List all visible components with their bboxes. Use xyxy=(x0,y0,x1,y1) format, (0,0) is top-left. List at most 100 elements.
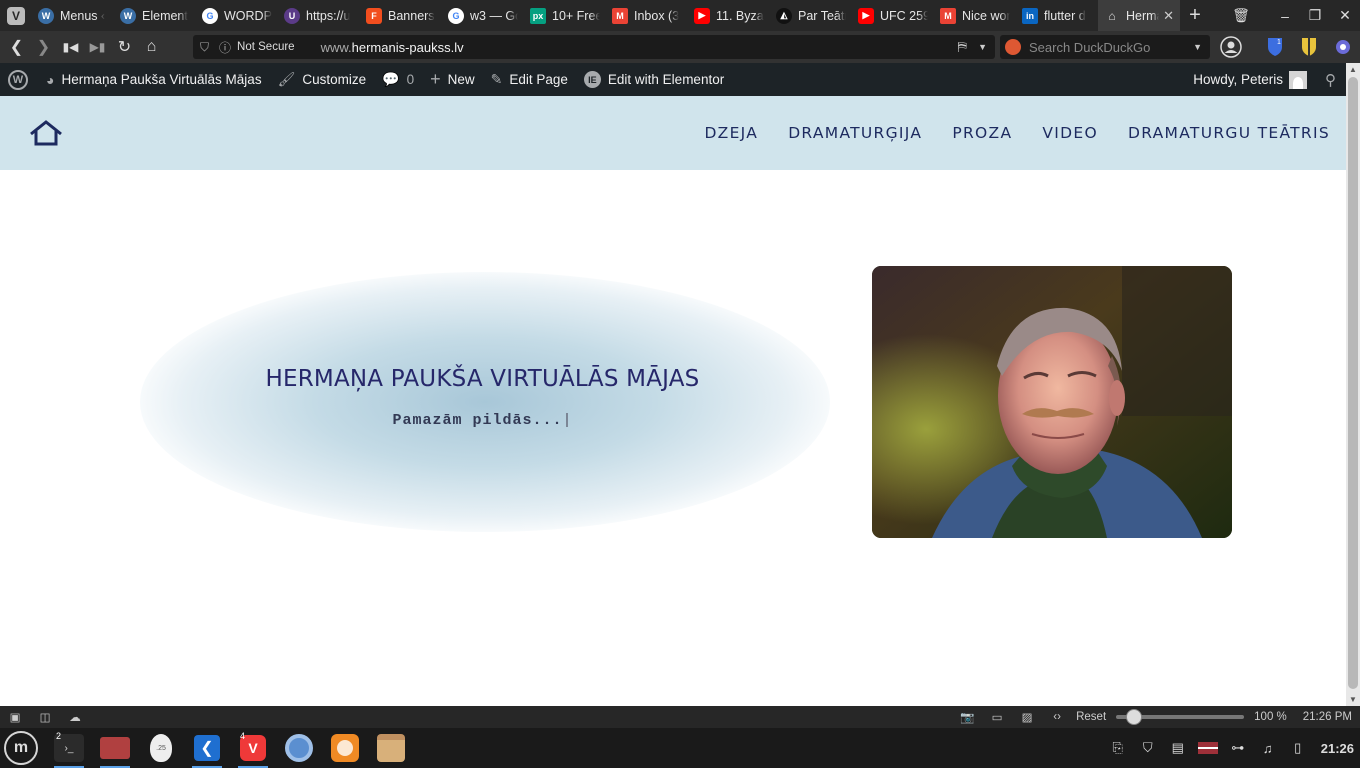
window-controls: 🗑 – ❐ ✕ xyxy=(1226,7,1360,24)
search-field[interactable]: Search DuckDuckGo ▼ xyxy=(1000,35,1210,59)
new-content-link[interactable]: + New xyxy=(422,63,483,96)
battery-icon[interactable]: ▯ xyxy=(1283,740,1313,756)
figma-icon: F xyxy=(366,7,382,24)
zoom-slider-knob[interactable] xyxy=(1126,709,1143,725)
browser-tab[interactable]: W Menus ‹ xyxy=(32,0,114,31)
wp-admin-bar: W ◕ Hermaņa Paukša Virtuālās Mājas 🖌 Custo… xyxy=(0,63,1346,96)
zoom-slider[interactable] xyxy=(1116,709,1245,725)
adblock-shield-icon[interactable] xyxy=(1296,35,1322,59)
address-field[interactable]: ⛉ ⓘ Not Secure www.hermanis-paukss.lv ⛿ … xyxy=(193,35,995,59)
browser-tab-active[interactable]: ⌂Hermaņa✕ xyxy=(1098,0,1180,31)
info-icon[interactable]: ⓘ xyxy=(219,39,231,56)
nav-link-proza[interactable]: PROZA xyxy=(952,124,1012,142)
browser-tab[interactable]: F Banners xyxy=(360,0,442,31)
flag-latvia-icon[interactable] xyxy=(1193,742,1223,754)
pencil-icon: ✎ xyxy=(490,71,503,87)
search-button[interactable]: ⚲ xyxy=(1315,63,1346,96)
vscode-icon: ❮ xyxy=(194,735,220,761)
typing-cursor: | xyxy=(562,412,573,429)
window-icon[interactable]: ▭ xyxy=(982,710,1012,724)
network-icon[interactable]: ⊶ xyxy=(1223,740,1253,756)
browser-tab[interactable]: W Element xyxy=(114,0,196,31)
vivaldi-icon: V xyxy=(7,6,25,25)
vivaldi-menu-button[interactable]: V xyxy=(0,0,32,31)
paintbrush-icon: 🖌 xyxy=(277,71,296,87)
close-tab-icon[interactable]: ✕ xyxy=(1163,8,1174,24)
nav-link-video[interactable]: VIDEO xyxy=(1042,124,1098,142)
egg-app[interactable]: .25 xyxy=(138,728,184,768)
nav-link-dzeja[interactable]: DZEJA xyxy=(704,124,758,142)
maximize-icon[interactable]: ❐ xyxy=(1300,7,1330,24)
firefox-app[interactable] xyxy=(322,728,368,768)
reload-button[interactable]: ↻ xyxy=(111,31,138,63)
rewind-button[interactable]: ▮◀ xyxy=(57,31,84,63)
customize-link[interactable]: 🖌 Customize xyxy=(270,63,375,96)
trash-icon[interactable]: 🗑 xyxy=(1226,7,1256,24)
mint-menu-icon[interactable]: m xyxy=(4,731,38,765)
account-menu[interactable]: Howdy, Peteris xyxy=(1185,63,1315,96)
comments-link[interactable]: 💬 0 xyxy=(374,63,422,96)
archive-icon xyxy=(377,734,405,762)
scroll-down-icon[interactable]: ▼ xyxy=(1349,695,1357,704)
browser-tab[interactable]: Uhttps://u xyxy=(278,0,360,31)
zoom-reset-button[interactable]: Reset xyxy=(1076,711,1106,723)
bookmark-icon[interactable]: ⛿ xyxy=(958,39,967,55)
image-icon[interactable]: ▨ xyxy=(1012,710,1042,724)
site-header: DZEJA DRAMATURĢIJA PROZA VIDEO DRAMATURG… xyxy=(0,96,1346,170)
youtube-icon: ▶ xyxy=(694,7,710,24)
browser-tab[interactable]: ▶ UFC 259 xyxy=(852,0,934,31)
site-name-link[interactable]: ◕ Hermaņa Paukša Virtuālās Mājas xyxy=(38,63,270,96)
new-tab-button[interactable]: + xyxy=(1180,0,1210,31)
files-app[interactable] xyxy=(92,728,138,768)
vivaldi-app[interactable]: 4V xyxy=(230,728,276,768)
browser-tab[interactable]: ◭ Par Teātr xyxy=(770,0,852,31)
archive-app[interactable] xyxy=(368,728,414,768)
profile-icon[interactable] xyxy=(1218,35,1244,59)
shield-icon[interactable]: ⛉ xyxy=(200,40,209,55)
chromium-app[interactable] xyxy=(276,728,322,768)
back-button[interactable]: ❮ xyxy=(3,31,30,63)
minimize-icon[interactable]: – xyxy=(1270,8,1300,24)
terminal-app[interactable]: 2 ›_ xyxy=(46,728,92,768)
scroll-up-icon[interactable]: ▲ xyxy=(1349,65,1357,74)
hero-subtitle: Pamazām pildās...| xyxy=(392,412,573,429)
panel-toggle-icon[interactable]: ▣ xyxy=(0,710,30,724)
page-scrollbar[interactable]: ▲ ▼ xyxy=(1346,63,1360,706)
browser-tab[interactable]: M Nice wor xyxy=(934,0,1016,31)
fast-forward-button[interactable]: ▶▮ xyxy=(84,31,111,63)
cloud-icon[interactable]: ☁ xyxy=(60,710,90,724)
forward-button[interactable]: ❯ xyxy=(30,31,57,63)
edit-page-link[interactable]: ✎ Edit Page xyxy=(483,63,576,96)
home-link[interactable] xyxy=(28,120,64,146)
wordpress-icon: W xyxy=(8,69,28,90)
code-icon[interactable]: ‹› xyxy=(1042,711,1072,723)
chevron-down-icon[interactable]: ▼ xyxy=(978,42,987,52)
chevron-down-icon[interactable]: ▼ xyxy=(1193,42,1202,52)
edit-elementor-link[interactable]: IE Edit with Elementor xyxy=(576,63,732,96)
bitwarden-icon[interactable]: 1 xyxy=(1262,35,1288,59)
browser-tab[interactable]: Gw3 — Gc xyxy=(442,0,524,31)
firefox-icon xyxy=(331,734,359,762)
close-window-icon[interactable]: ✕ xyxy=(1330,7,1360,24)
clipboard-icon[interactable]: ⎘ xyxy=(1103,740,1133,756)
browser-tab[interactable]: G WORDPI xyxy=(196,0,278,31)
browser-status-bar: ▣ ◫ ☁ 📷 ▭ ▨ ‹› Reset 100 % 21:26 PM xyxy=(0,706,1360,728)
scrollbar-thumb[interactable] xyxy=(1348,77,1358,689)
browser-tab[interactable]: px 10+ Free xyxy=(524,0,606,31)
shield-check-icon[interactable]: ⛉ xyxy=(1133,740,1163,756)
wordpress-logo-button[interactable]: W xyxy=(0,63,38,96)
extension-icon[interactable] xyxy=(1330,35,1356,59)
music-icon[interactable]: ♫ xyxy=(1253,741,1283,756)
home-button[interactable]: ⌂ xyxy=(138,31,165,63)
browser-tab[interactable]: ▶ 11. Byza xyxy=(688,0,770,31)
tile-icon[interactable]: ◫ xyxy=(30,710,60,724)
notes-icon[interactable]: ▤ xyxy=(1163,740,1193,756)
vscode-app[interactable]: ❮ xyxy=(184,728,230,768)
elementor-icon: IE xyxy=(583,71,601,88)
browser-tab[interactable]: in flutter d xyxy=(1016,0,1098,31)
browser-tab[interactable]: M Inbox (3 xyxy=(606,0,688,31)
camera-icon[interactable]: 📷 xyxy=(952,710,982,724)
nav-link-dramaturgija[interactable]: DRAMATURĢIJA xyxy=(788,124,922,142)
nav-link-dramaturgu-teatris[interactable]: DRAMATURGU TEĀTRIS xyxy=(1128,124,1330,142)
svg-text:1: 1 xyxy=(1277,39,1281,46)
